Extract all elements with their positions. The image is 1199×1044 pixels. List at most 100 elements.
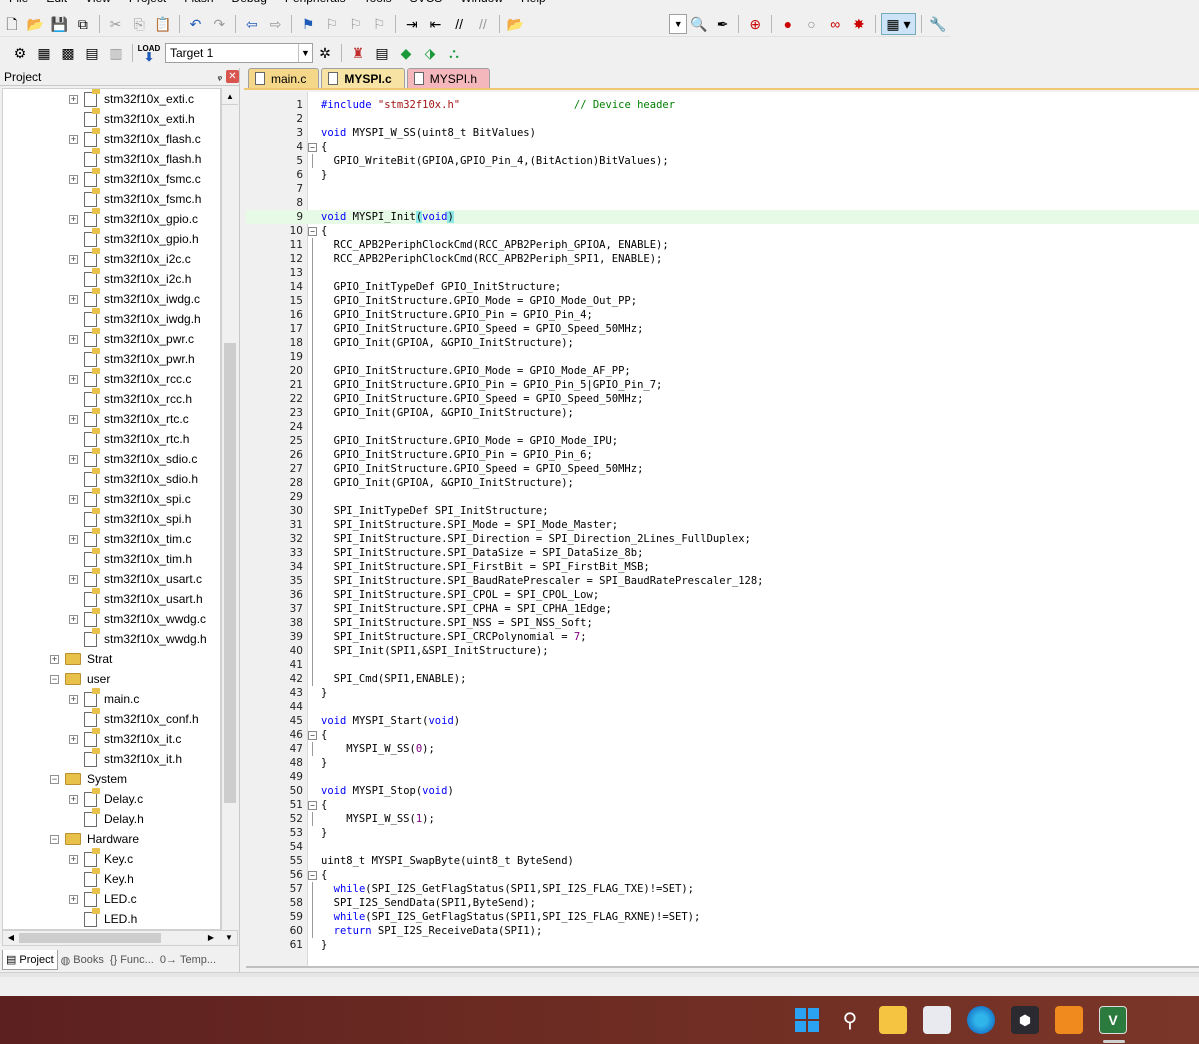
tree-file[interactable]: + stm32f10x_wwdg.c	[69, 607, 206, 629]
fold-toggle-icon[interactable]: −	[308, 227, 317, 236]
close-icon[interactable]: ✕	[226, 70, 239, 83]
tree-file[interactable]: Delay.h	[69, 807, 144, 829]
tree-file[interactable]: + main.c	[69, 687, 139, 709]
file-explorer-icon[interactable]	[879, 1006, 907, 1034]
fold-toggle-icon[interactable]: −	[308, 871, 317, 880]
code-line[interactable]: 3 void MYSPI_W_SS(uint8_t BitValues)	[246, 126, 1199, 140]
tree-folder[interactable]: − Hardware	[50, 829, 139, 849]
menu-item-tools[interactable]: Tools	[355, 0, 401, 5]
code-line[interactable]: 57 while(SPI_I2S_GetFlagStatus(SPI1,SPI_…	[246, 882, 1199, 896]
tree-file[interactable]: stm32f10x_spi.h	[69, 507, 191, 529]
code-line[interactable]: 37 SPI_InitStructure.SPI_CPHA = SPI_CPHA…	[246, 602, 1199, 616]
find-in-files-icon[interactable]: 📂	[505, 13, 527, 35]
collapse-icon[interactable]: −	[50, 674, 59, 684]
fold-toggle-icon[interactable]: −	[308, 731, 317, 740]
code-line[interactable]: 21 GPIO_InitStructure.GPIO_Pin = GPIO_Pi…	[246, 378, 1199, 392]
expand-icon[interactable]: +	[69, 694, 78, 704]
expand-icon[interactable]: +	[69, 334, 78, 344]
store-icon[interactable]	[923, 1006, 951, 1034]
expand-icon[interactable]: +	[69, 534, 78, 544]
scroll-right-icon[interactable]: ▶	[203, 931, 219, 945]
clear-bookmarks-icon[interactable]: ⚐	[368, 13, 390, 35]
menu-item-window[interactable]: Window	[451, 0, 512, 5]
code-line[interactable]: 9 void MYSPI_Init(void)	[246, 210, 1199, 224]
tree-file[interactable]: + stm32f10x_gpio.c	[69, 207, 198, 229]
code-line[interactable]: 23 GPIO_Init(GPIOA, &GPIO_InitStructure)…	[246, 406, 1199, 420]
disable-breakpoint-icon[interactable]: ○	[801, 13, 823, 35]
tree-file[interactable]: stm32f10x_conf.h	[69, 707, 199, 729]
code-line[interactable]: 13	[246, 266, 1199, 280]
manage-project-icon[interactable]: ♜	[347, 42, 369, 64]
code-line[interactable]: 47 MYSPI_W_SS(0);	[246, 742, 1199, 756]
run-time-env-icon[interactable]: ⛬	[443, 42, 465, 64]
tree-file[interactable]: + Delay.c	[69, 787, 143, 809]
expand-icon[interactable]: +	[69, 574, 78, 584]
code-line[interactable]: 51−{	[246, 798, 1199, 812]
expand-icon[interactable]: +	[69, 614, 78, 624]
menu-item-debug[interactable]: Debug	[223, 0, 276, 5]
code-line[interactable]: 7	[246, 182, 1199, 196]
menu-item-edit[interactable]: Edit	[37, 0, 76, 5]
tree-file[interactable]: stm32f10x_usart.h	[69, 587, 203, 609]
keil-uvision-icon[interactable]: V	[1099, 1006, 1127, 1034]
batch-build-icon[interactable]: ▤	[81, 42, 103, 64]
code-line[interactable]: 12 RCC_APB2PeriphClockCmd(RCC_APB2Periph…	[246, 252, 1199, 266]
code-editor[interactable]: 1 #include "stm32f10x.h" // Device header…	[246, 92, 1199, 968]
undo-icon[interactable]: ↶	[185, 13, 207, 35]
tree-file[interactable]: + stm32f10x_iwdg.c	[69, 287, 200, 309]
tab-main-c[interactable]: main.c	[248, 68, 320, 88]
code-line[interactable]: 61}	[246, 938, 1199, 952]
code-line[interactable]: 28 GPIO_Init(GPIOA, &GPIO_InitStructure)…	[246, 476, 1199, 490]
panel-tab-temp[interactable]: 0→ Temp...	[157, 950, 219, 970]
code-line[interactable]: 18 GPIO_Init(GPIOA, &GPIO_InitStructure)…	[246, 336, 1199, 350]
code-line[interactable]: 54	[246, 840, 1199, 854]
tree-folder[interactable]: + Strat	[50, 649, 112, 669]
code-line[interactable]: 15 GPIO_InitStructure.GPIO_Mode = GPIO_M…	[246, 294, 1199, 308]
menu-item-view[interactable]: View	[76, 0, 120, 5]
menu-item-file[interactable]: File	[0, 0, 37, 5]
edge-icon[interactable]	[967, 1006, 995, 1034]
tree-file[interactable]: stm32f10x_rtc.h	[69, 427, 189, 449]
code-line[interactable]: 10−{	[246, 224, 1199, 238]
tree-file[interactable]: + stm32f10x_rcc.c	[69, 367, 191, 389]
code-line[interactable]: 36 SPI_InitStructure.SPI_CPOL = SPI_CPOL…	[246, 588, 1199, 602]
code-line[interactable]: 35 SPI_InitStructure.SPI_BaudRatePrescal…	[246, 574, 1199, 588]
code-line[interactable]: 17 GPIO_InitStructure.GPIO_Speed = GPIO_…	[246, 322, 1199, 336]
redo-icon[interactable]: ↷	[208, 13, 230, 35]
code-line[interactable]: 41	[246, 658, 1199, 672]
code-line[interactable]: 60 return SPI_I2S_ReceiveData(SPI1);	[246, 924, 1199, 938]
code-line[interactable]: 6}	[246, 168, 1199, 182]
code-line[interactable]: 58 SPI_I2S_SendData(SPI1,ByteSend);	[246, 896, 1199, 910]
tree-folder[interactable]: − System	[50, 769, 127, 789]
code-line[interactable]: 20 GPIO_InitStructure.GPIO_Mode = GPIO_M…	[246, 364, 1199, 378]
tree-file[interactable]: + stm32f10x_pwr.c	[69, 327, 194, 349]
collapse-icon[interactable]: −	[50, 774, 59, 784]
configure-icon[interactable]: 🔧	[927, 13, 949, 35]
rebuild-icon[interactable]: ▩	[57, 42, 79, 64]
download-icon[interactable]: LOAD ⬇	[138, 42, 161, 64]
debug-session-icon[interactable]: ⊕	[744, 13, 766, 35]
cut-icon[interactable]: ✂	[105, 13, 127, 35]
code-line[interactable]: 26 GPIO_InitStructure.GPIO_Pin = GPIO_Pi…	[246, 448, 1199, 462]
disable-all-breakpoints-icon[interactable]: ∞	[824, 13, 846, 35]
tree-file[interactable]: + stm32f10x_exti.c	[69, 89, 194, 109]
kill-all-breakpoints-icon[interactable]: ✸	[848, 13, 870, 35]
code-line[interactable]: 25 GPIO_InitStructure.GPIO_Mode = GPIO_M…	[246, 434, 1199, 448]
code-line[interactable]: 32 SPI_InitStructure.SPI_Direction = SPI…	[246, 532, 1199, 546]
expand-icon[interactable]: +	[69, 134, 78, 144]
new-file-icon[interactable]: 🗋	[1, 13, 23, 35]
tree-file[interactable]: stm32f10x_i2c.h	[69, 267, 191, 289]
code-line[interactable]: 53}	[246, 826, 1199, 840]
menu-item-project[interactable]: Project	[120, 0, 175, 5]
pack-installer-icon[interactable]: ⬗	[419, 42, 441, 64]
comment-icon[interactable]: //	[448, 13, 470, 35]
expand-icon[interactable]: +	[50, 654, 59, 664]
prev-bookmark-icon[interactable]: ⚐	[321, 13, 343, 35]
code-line[interactable]: 5 GPIO_WriteBit(GPIOA,GPIO_Pin_4,(BitAct…	[246, 154, 1199, 168]
code-line[interactable]: 33 SPI_InitStructure.SPI_DataSize = SPI_…	[246, 546, 1199, 560]
code-line[interactable]: 55 uint8_t MYSPI_SwapByte(uint8_t ByteSen…	[246, 854, 1199, 868]
code-line[interactable]: 46−{	[246, 728, 1199, 742]
open-file-icon[interactable]: 📂	[25, 13, 47, 35]
code-line[interactable]: 1 #include "stm32f10x.h" // Device header	[246, 98, 1199, 112]
paste-icon[interactable]: 📋	[152, 13, 174, 35]
